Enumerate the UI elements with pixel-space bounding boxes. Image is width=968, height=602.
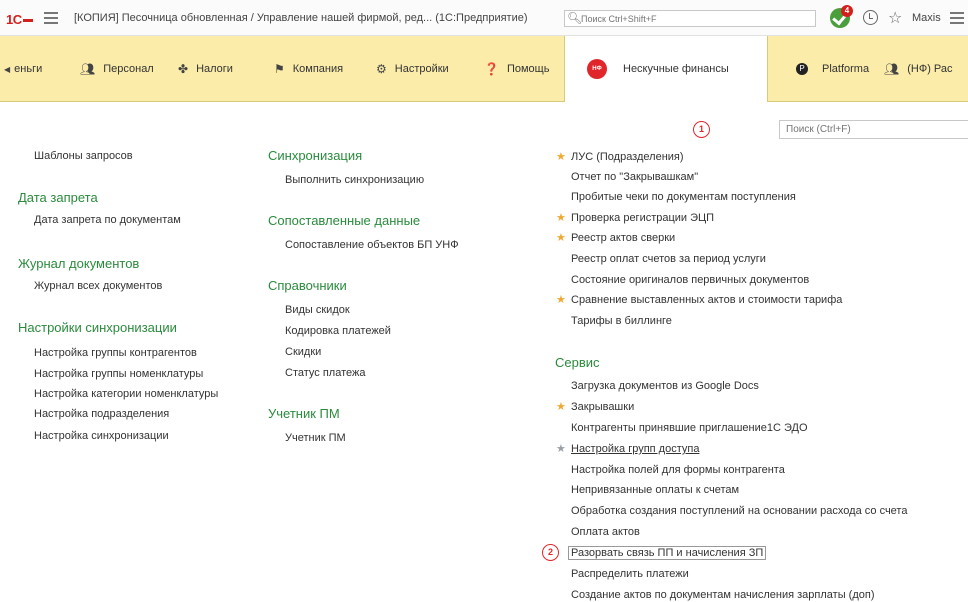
section-nf-active[interactable]: НФ Нескучные финансы [564, 36, 768, 102]
item-department[interactable]: Настройка подразделения [34, 408, 169, 420]
section-settings[interactable]: ⚙ Настройки [376, 36, 449, 102]
notifications-badge: 4 [841, 5, 853, 17]
group-title-catalogs: Справочники [268, 278, 347, 293]
settings-menu-icon[interactable] [950, 12, 964, 24]
section-company[interactable]: ⚑ Компания [274, 36, 343, 102]
item-billing-tariffs[interactable]: Тарифы в биллинге [571, 315, 672, 327]
section-nf-ras[interactable]: 👥︎ (НФ) Рас [884, 36, 953, 102]
content-search-input[interactable] [786, 123, 961, 136]
history-icon[interactable] [863, 10, 878, 25]
section-platforma[interactable]: P Platforma [796, 36, 869, 102]
item-break-pp-salary-link[interactable]: Разорвать связь ПП и начисления ЗП [568, 546, 767, 560]
favorite-star-icon[interactable]: ★ [556, 211, 566, 224]
item-mapping-bp-unf[interactable]: Сопоставление объектов БП УНФ [285, 239, 459, 251]
item-create-receipts-processing[interactable]: Обработка создания поступлений на основа… [571, 505, 907, 517]
global-search[interactable]: 🔍︎ [564, 10, 816, 27]
group-title-service: Сервис [555, 355, 600, 370]
item-originals-status[interactable]: Состояние оригиналов первичных документо… [571, 274, 809, 286]
item-google-docs-import[interactable]: Загрузка документов из Google Docs [571, 380, 759, 392]
marker-2: 2 [542, 544, 559, 561]
section-help[interactable]: ❓ Помощь [484, 36, 549, 102]
platforma-icon: P [796, 63, 808, 75]
global-search-input[interactable] [581, 12, 811, 25]
item-distribute-payments[interactable]: Распределить платежи [571, 568, 689, 580]
favorite-star-icon[interactable]: ★ [556, 293, 566, 306]
item-zakryvashki-report[interactable]: Отчет по "Закрывашкам" [571, 171, 698, 183]
item-acts-tariff-compare[interactable]: ★ Сравнение выставленных актов и стоимост… [556, 294, 842, 306]
item-counterparty-group[interactable]: Настройка группы контрагентов [34, 347, 197, 359]
item-reconciliation-registry[interactable]: ★ Реестр актов сверки [556, 232, 675, 244]
main-menu-icon[interactable] [44, 12, 58, 24]
group-title-doc-journal: Журнал документов [18, 256, 140, 271]
user-name[interactable]: Maxis [912, 12, 941, 24]
item-nomenclature-category[interactable]: Настройка категории номенклатуры [34, 388, 218, 400]
title-bar: 1С [КОПИЯ] Песочница обновленная / Управ… [0, 0, 968, 36]
item-access-groups[interactable]: ★ Настройка групп доступа [556, 443, 699, 455]
group-title-mapped-data: Сопоставленные данные [268, 213, 421, 228]
item-edo-counterparties[interactable]: Контрагенты принявшие приглашение1С ЭДО [571, 422, 808, 434]
content-search[interactable] [779, 120, 968, 139]
nf-logo-icon: НФ [587, 59, 607, 79]
item-run-sync[interactable]: Выполнить синхронизацию [285, 174, 424, 186]
people-icon: 👥︎ [80, 62, 96, 76]
sections-panel: ◀ еньги 👥︎ Персонал ✤ Налоги ⚑ Компания … [0, 36, 968, 102]
item-payment-codes[interactable]: Кодировка платежей [285, 325, 391, 337]
item-payment-status[interactable]: Статус платежа [285, 367, 365, 379]
app-logo[interactable]: 1С [6, 12, 33, 27]
item-create-acts-salary[interactable]: Создание актов по документам начисления … [571, 589, 874, 601]
section-personnel[interactable]: 👥︎ Персонал [80, 36, 154, 102]
scroll-left-icon[interactable]: ◀ [4, 65, 10, 74]
group-title-sync: Синхронизация [268, 148, 363, 163]
search-icon: 🔍︎ [567, 11, 583, 25]
people-icon: 👥︎ [884, 62, 900, 76]
eagle-icon: ✤ [178, 62, 189, 76]
section-money[interactable]: ◀ еньги [4, 36, 42, 102]
gear-icon: ⚙ [376, 62, 387, 76]
item-all-docs-journal[interactable]: Журнал всех документов [34, 280, 162, 292]
item-invoice-payments-registry[interactable]: Реестр оплат счетов за период услуги [571, 253, 766, 265]
item-discount-types[interactable]: Виды скидок [285, 304, 350, 316]
item-uchetnik-pm[interactable]: Учетник ПМ [285, 432, 346, 444]
item-nomenclature-group[interactable]: Настройка группы номенклатуры [34, 368, 203, 380]
item-lus-departments[interactable]: ★ ЛУС (Подразделения) [556, 151, 684, 163]
item-discounts[interactable]: Скидки [285, 346, 321, 358]
group-title-uchetnik: Учетник ПМ [268, 406, 340, 421]
item-sync-setup[interactable]: Настройка синхронизации [34, 430, 169, 442]
section-taxes[interactable]: ✤ Налоги [178, 36, 233, 102]
favorite-star-icon[interactable]: ★ [556, 400, 566, 413]
favorites-star-icon[interactable]: ☆ [888, 8, 902, 28]
window-title: [КОПИЯ] Песочница обновленная / Управлен… [74, 12, 528, 24]
favorite-star-icon[interactable]: ★ [556, 231, 566, 244]
item-ban-date-docs[interactable]: Дата запрета по документам [34, 214, 181, 226]
item-unlinked-payments[interactable]: Непривязанные оплаты к счетам [571, 484, 739, 496]
item-ecp-check[interactable]: ★ Проверка регистрации ЭЦП [556, 212, 714, 224]
item-counterparty-form-fields[interactable]: Настройка полей для формы контрагента [571, 464, 785, 476]
favorite-star-icon[interactable]: ★ [556, 442, 566, 455]
item-zakryvashki[interactable]: ★ Закрывашки [556, 401, 634, 413]
item-acts-payment[interactable]: Оплата актов [571, 526, 640, 538]
marker-1: 1 [693, 121, 710, 138]
item-query-templates[interactable]: Шаблоны запросов [34, 150, 133, 162]
help-icon: ❓ [484, 62, 499, 76]
group-title-ban-date: Дата запрета [18, 190, 98, 205]
item-receipts-checks[interactable]: Пробитые чеки по документам поступления [571, 191, 796, 203]
group-title-sync-settings: Настройки синхронизации [18, 320, 177, 335]
flag-icon: ⚑ [274, 62, 285, 76]
favorite-star-icon[interactable]: ★ [556, 150, 566, 163]
